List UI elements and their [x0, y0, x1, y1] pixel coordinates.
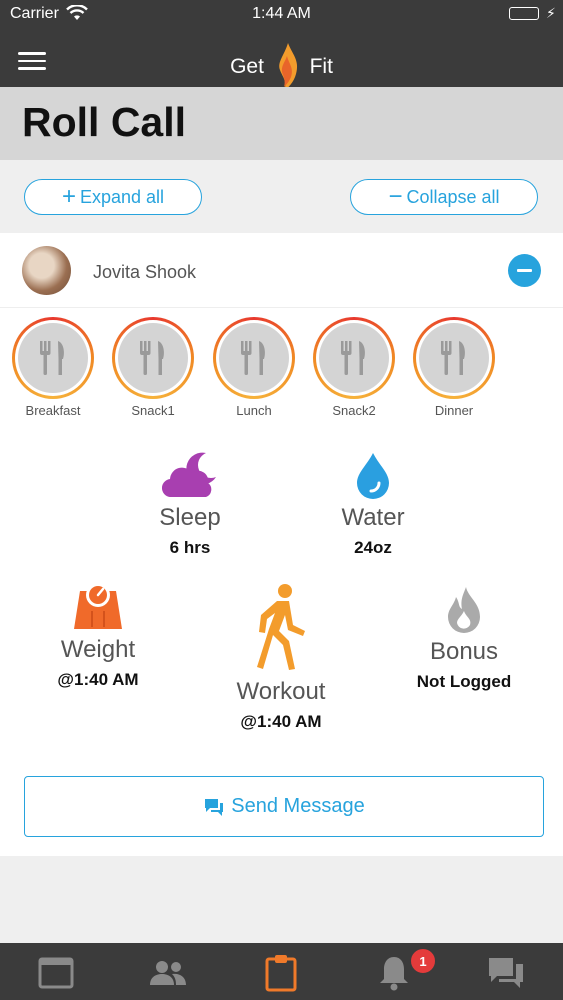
people-icon — [150, 961, 186, 985]
plus-icon: + — [61, 183, 76, 210]
expand-all-label: Expand all — [79, 186, 165, 207]
tab-calendar[interactable] — [36, 955, 76, 991]
meal-label: Breakfast — [25, 403, 81, 418]
meal-snack2[interactable]: Snack2 — [313, 317, 395, 418]
meal-label: Dinner — [434, 403, 474, 418]
title-bar: Roll Call — [0, 87, 563, 160]
clock: 1:44 AM — [252, 5, 311, 22]
collapse-member-button[interactable] — [508, 254, 541, 287]
workout-label: Workout — [236, 678, 326, 705]
meal-breakfast[interactable]: Breakfast — [12, 317, 94, 418]
clipboard-icon — [265, 955, 297, 992]
avatar — [22, 246, 71, 295]
fork-knife-icon — [419, 323, 489, 393]
notification-badge: 1 — [410, 948, 436, 974]
water-drop-icon — [357, 453, 389, 499]
expand-all-button[interactable]: + Expand all — [24, 179, 202, 215]
fork-knife-icon — [319, 323, 389, 393]
meal-label: Snack2 — [332, 403, 376, 418]
tab-roll-call[interactable] — [261, 955, 301, 992]
weight-label: Weight — [60, 636, 136, 663]
send-message-button[interactable]: Send Message — [24, 776, 544, 837]
workout-value: @1:40 AM — [240, 712, 322, 731]
water-value: 24oz — [354, 538, 392, 557]
fork-knife-icon — [18, 323, 88, 393]
tab-notifications[interactable] — [374, 955, 414, 991]
page-title: Roll Call — [22, 99, 187, 145]
sleep-value: 6 hrs — [169, 538, 211, 557]
logo-word-left: Get — [230, 55, 264, 78]
member-header[interactable]: Jovita Shook — [0, 233, 563, 308]
collapse-all-label: Collapse all — [406, 186, 500, 207]
status-bar: Carrier 1:44 AM ⚡ — [0, 0, 563, 28]
send-message-label: Send Message — [231, 795, 365, 817]
battery-icon — [509, 7, 539, 20]
member-name: Jovita Shook — [93, 262, 197, 282]
bonus-stat[interactable]: Bonus Not Logged — [402, 585, 526, 692]
water-label: Water — [341, 504, 405, 531]
walking-person-icon — [257, 584, 305, 670]
sleep-label: Sleep — [159, 504, 221, 531]
app-logo: Get Fit — [0, 42, 563, 92]
workout-stat[interactable]: Workout @1:40 AM — [221, 583, 341, 732]
tab-messages[interactable] — [486, 955, 526, 991]
tab-bar: 1 — [0, 943, 563, 1000]
fork-knife-icon — [118, 323, 188, 393]
weight-stat[interactable]: Weight @1:40 AM — [38, 581, 158, 690]
moon-cloud-icon — [161, 452, 216, 498]
fork-knife-icon — [219, 323, 289, 393]
member-card: Jovita Shook Breakfast Snack1 Lunch Snac… — [0, 233, 563, 856]
bonus-label: Bonus — [429, 638, 499, 665]
bell-icon — [380, 957, 408, 991]
logo-word-right: Fit — [309, 55, 333, 78]
meal-lunch[interactable]: Lunch — [213, 317, 295, 418]
meal-label: Snack1 — [131, 403, 175, 418]
bonus-value: Not Logged — [416, 672, 512, 691]
charging-icon: ⚡ — [546, 5, 556, 21]
sleep-stat[interactable]: Sleep 6 hrs — [130, 451, 250, 558]
calendar-icon — [38, 957, 74, 989]
weight-value: @1:40 AM — [57, 670, 139, 689]
meal-snack1[interactable]: Snack1 — [112, 317, 194, 418]
chat-bubble-icon — [205, 798, 224, 816]
collapse-all-button[interactable]: − Collapse all — [350, 179, 538, 215]
flame-icon — [448, 587, 480, 633]
water-stat[interactable]: Water 24oz — [313, 451, 433, 558]
scale-icon — [74, 583, 122, 629]
meal-dinner[interactable]: Dinner — [413, 317, 495, 418]
meal-label: Lunch — [236, 403, 272, 418]
nav-bar: Get Fit — [0, 28, 563, 91]
tab-people[interactable] — [148, 955, 188, 991]
flame-logo-icon — [279, 43, 297, 91]
comments-icon — [489, 958, 523, 988]
minus-icon: − — [388, 183, 403, 210]
